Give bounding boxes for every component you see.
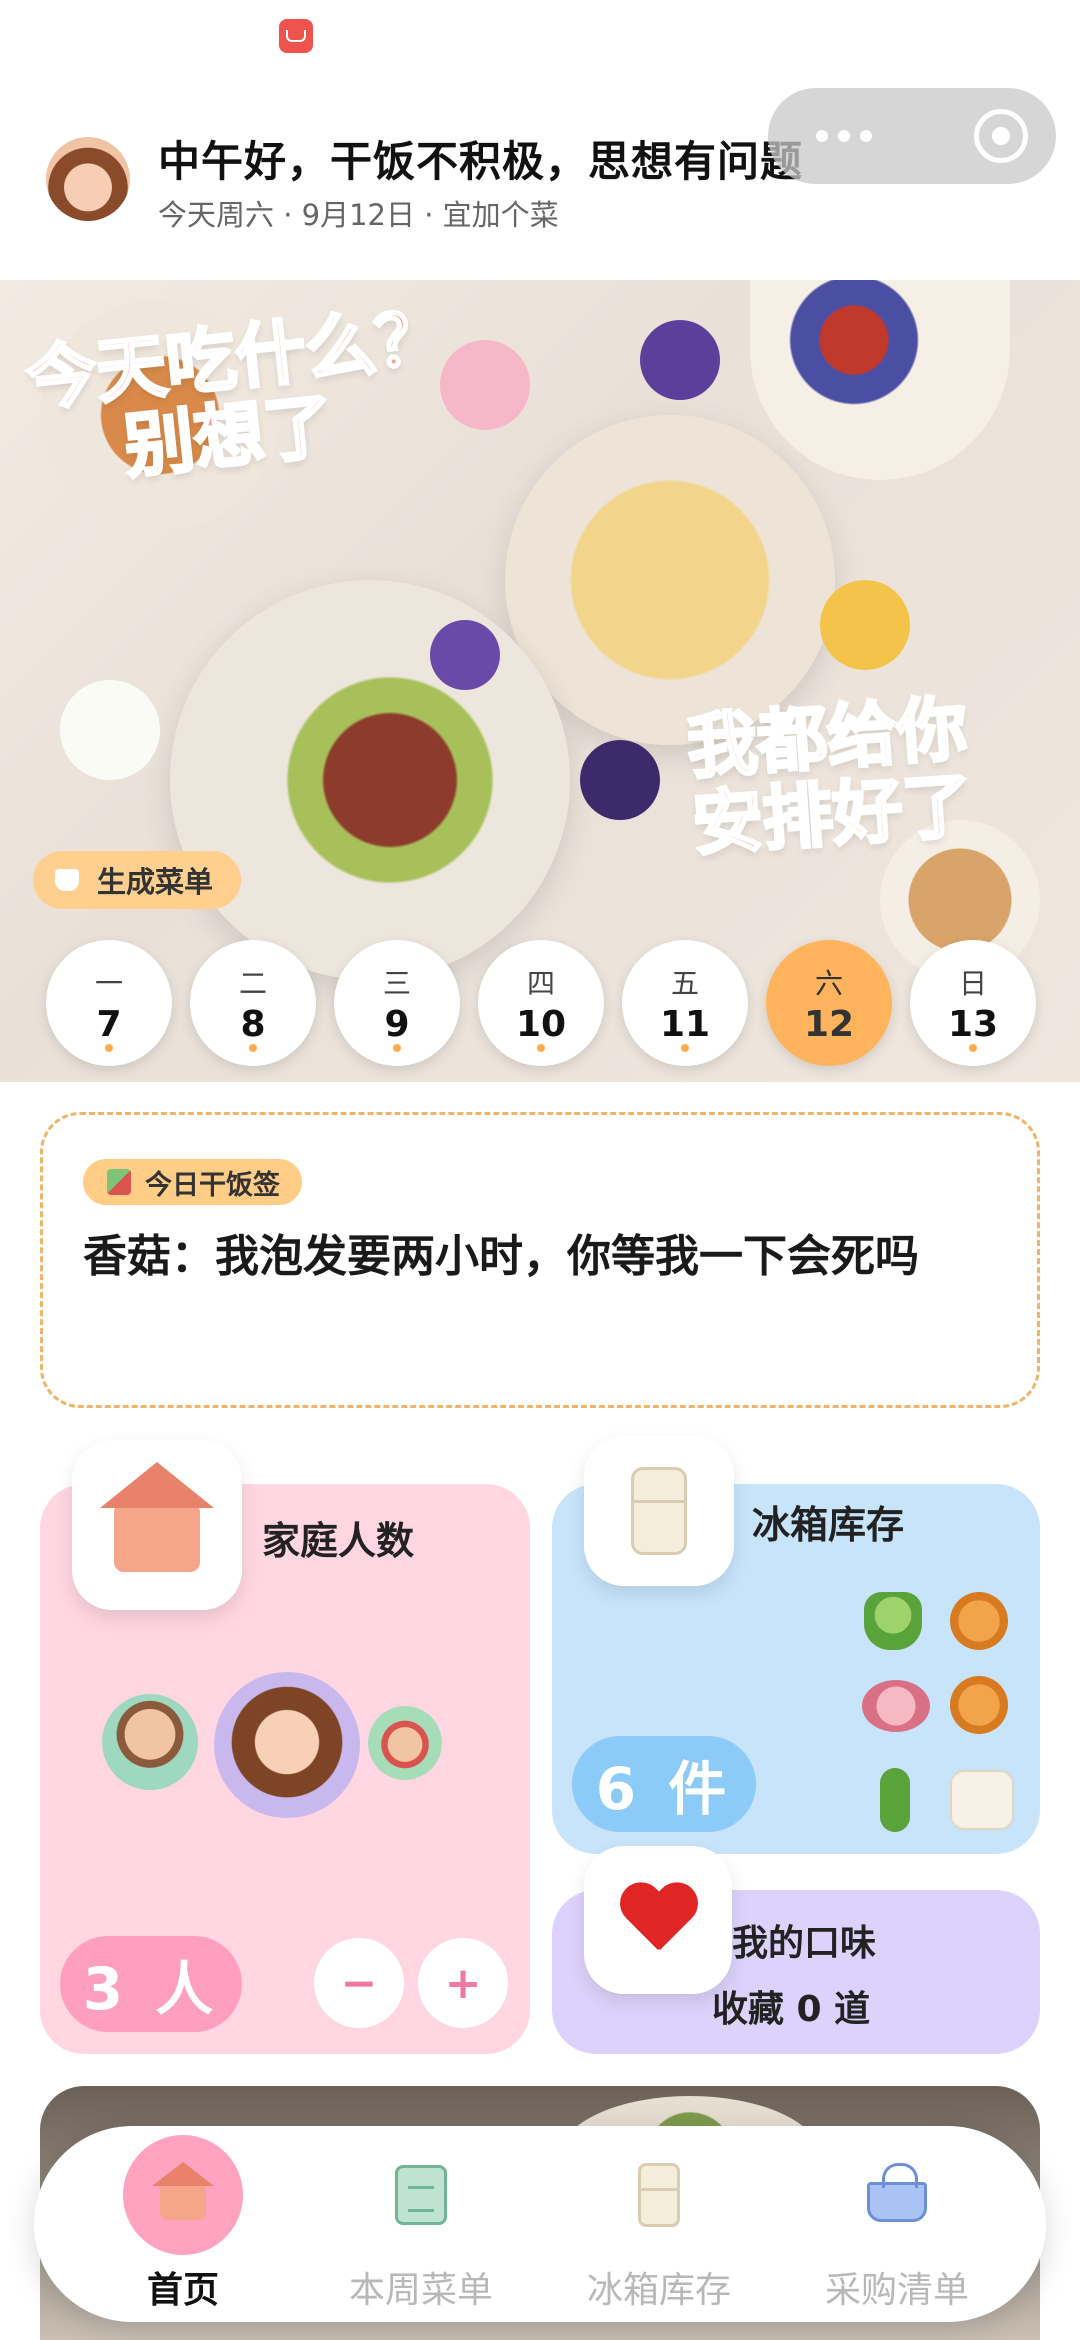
roast-chicken-icon <box>950 1592 1008 1650</box>
increase-family-button[interactable]: + <box>418 1938 508 2028</box>
date-subline: 今天周六 · 9月12日 · 宜加个菜 <box>158 198 559 232</box>
day-chip-sat[interactable]: 六 12 <box>766 940 892 1066</box>
user-avatar[interactable] <box>46 137 130 221</box>
generate-menu-button[interactable]: 生成菜单 <box>33 851 242 909</box>
day-chip-mon[interactable]: 一7 <box>46 940 172 1066</box>
tofu-icon <box>950 1770 1014 1830</box>
day-of-week: 六 <box>814 966 843 1000</box>
day-of-week: 日 <box>958 966 987 1000</box>
fridge-count-badge: 6 件 <box>572 1736 756 1832</box>
close-miniprogram-icon[interactable] <box>974 109 1028 163</box>
hero-tagline: 我都给你 安排好了 <box>683 686 976 867</box>
tab-label: 采购清单 <box>824 2270 969 2311</box>
day-of-week: 五 <box>670 966 699 1000</box>
flower-decoration <box>580 740 660 820</box>
tab-shopping-list[interactable]: 采购清单 <box>792 2135 1002 2313</box>
meal-dot-indicator <box>537 1044 545 1052</box>
flower-decoration <box>820 580 910 670</box>
flower-decoration <box>640 320 720 400</box>
daily-tip-text: 香菇：我泡发要两小时，你等我一下会死吗 <box>83 1231 919 1282</box>
day-date: 12 <box>803 1003 855 1045</box>
day-date: 11 <box>659 1003 711 1045</box>
tab-home[interactable]: 首页 <box>78 2135 288 2313</box>
meal-dot-indicator <box>105 1044 113 1052</box>
day-date: 10 <box>515 1003 567 1045</box>
flower-decoration <box>60 680 160 780</box>
tab-label: 本周菜单 <box>348 2270 493 2311</box>
heart-icon <box>584 1846 732 1994</box>
day-chip-fri[interactable]: 五 11 <box>622 940 748 1066</box>
day-chip-tue[interactable]: 二8 <box>190 940 316 1066</box>
day-date: 8 <box>240 1003 266 1045</box>
flower-decoration <box>430 620 500 690</box>
daily-tip-card[interactable]: 今日干饭签 香菇：我泡发要两小时，你等我一下会死吗 <box>40 1112 1040 1408</box>
day-of-week: 四 <box>526 966 555 1000</box>
day-date: 9 <box>384 1003 410 1045</box>
generate-menu-label: 生成菜单 <box>97 865 214 899</box>
tab-weekly-menu[interactable]: 本周菜单 <box>316 2135 526 2313</box>
meal-dot-indicator <box>249 1044 257 1052</box>
food-plate-image <box>170 580 570 980</box>
miniprogram-capsule <box>768 88 1056 184</box>
bok-choy-icon <box>864 1592 922 1650</box>
day-of-week: 二 <box>238 966 267 1000</box>
fridge-icon <box>584 1436 734 1586</box>
day-chip-wed[interactable]: 三9 <box>334 940 460 1066</box>
meal-dot-indicator <box>969 1044 977 1052</box>
home-icon <box>123 2135 243 2255</box>
bamboo-tag-icon <box>107 1169 131 1195</box>
day-of-week: 一 <box>94 966 123 1000</box>
cucumber-icon <box>880 1768 910 1832</box>
house-icon <box>72 1440 242 1610</box>
tab-label: 冰箱库存 <box>586 2270 731 2311</box>
week-day-selector: 一7 二8 三9 四 10 五 11 六 12 日 13 <box>46 940 1036 1066</box>
day-chip-sun[interactable]: 日 13 <box>910 940 1036 1066</box>
favorites-count: 收藏 0 道 <box>712 1989 871 2030</box>
family-count-badge: 3 人 <box>60 1936 242 2032</box>
roast-chicken-icon <box>950 1676 1008 1734</box>
family-member-avatar <box>214 1672 360 1818</box>
family-member-avatar <box>102 1694 198 1790</box>
day-date: 7 <box>96 1003 122 1045</box>
fridge-inventory-title: 冰箱库存 <box>752 1503 905 1547</box>
cooking-pot-icon <box>55 869 79 891</box>
daily-tip-badge-label: 今日干饭签 <box>145 1169 280 1201</box>
day-of-week: 三 <box>382 966 411 1000</box>
more-menu-icon[interactable] <box>816 130 872 142</box>
greeting-title: 中午好，干饭不积极，思想有问题 <box>158 137 804 186</box>
family-member-avatar <box>368 1706 442 1780</box>
my-taste-title: 我的口味 <box>732 1923 877 1964</box>
tab-label: 首页 <box>146 2270 219 2311</box>
fridge-icon <box>599 2135 719 2255</box>
food-plate-image <box>750 280 1010 480</box>
flower-decoration <box>440 340 530 430</box>
meat-icon <box>862 1680 930 1732</box>
food-plate-image <box>505 415 835 745</box>
bottom-tab-bar: 首页 本周菜单 冰箱库存 采购清单 <box>34 2126 1046 2322</box>
tab-fridge[interactable]: 冰箱库存 <box>554 2135 764 2313</box>
family-size-title: 家庭人数 <box>262 1519 415 1563</box>
meal-dot-indicator <box>393 1044 401 1052</box>
meal-dot-indicator <box>681 1044 689 1052</box>
day-chip-thu[interactable]: 四 10 <box>478 940 604 1066</box>
basket-icon <box>837 2135 957 2255</box>
daily-tip-badge: 今日干饭签 <box>83 1159 302 1205</box>
decrease-family-button[interactable]: − <box>314 1938 404 2028</box>
app-notification-icon <box>279 19 313 53</box>
day-date: 13 <box>947 1003 999 1045</box>
menu-clipboard-icon <box>361 2135 481 2255</box>
